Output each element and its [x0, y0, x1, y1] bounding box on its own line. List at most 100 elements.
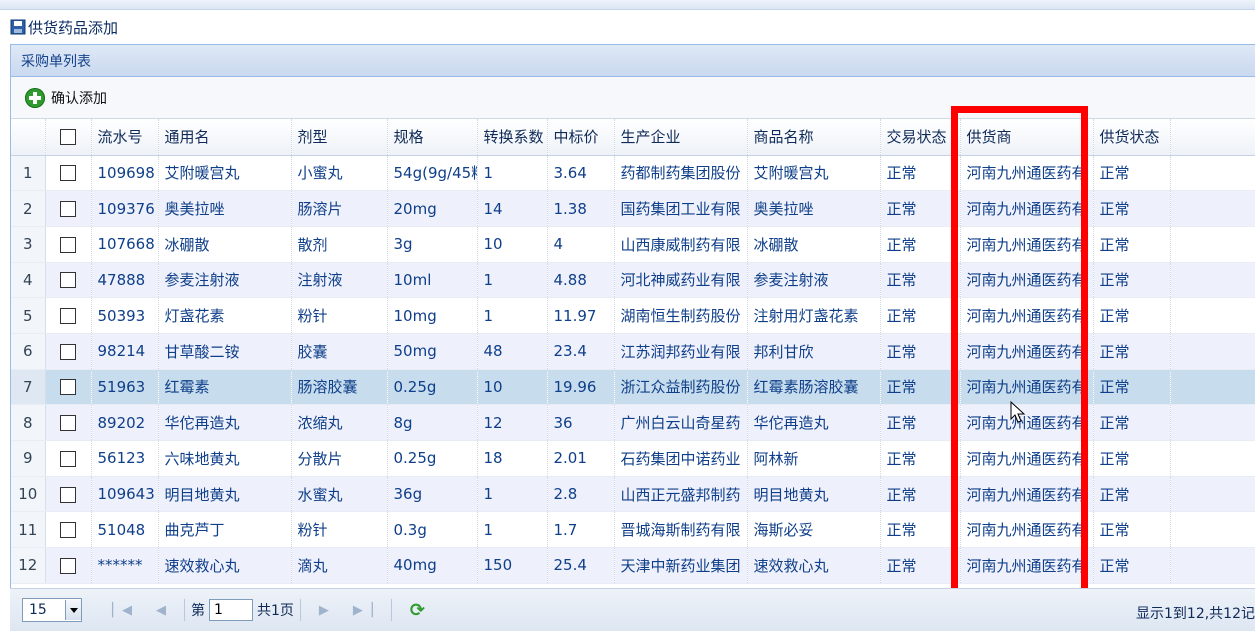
- cell-spec: 40mg: [387, 547, 478, 584]
- cell-supply-status: 正常: [1093, 262, 1171, 299]
- cell-filler: [1170, 404, 1255, 441]
- row-checkbox[interactable]: [45, 476, 92, 513]
- cell-manufacturer: 山西康威制药有限: [614, 226, 748, 263]
- cell-generic-name: 红霉素: [158, 369, 292, 406]
- row-checkbox[interactable]: [45, 547, 92, 584]
- cell-price: 4: [547, 226, 615, 263]
- cell-factor: 12: [477, 404, 548, 441]
- cell-supplier: 河南九州通医药有: [960, 297, 1094, 334]
- cell-factor: 18: [477, 440, 548, 477]
- panel-title: 采购单列表: [11, 45, 1255, 77]
- cell-generic-name: 灯盏花素: [158, 297, 292, 334]
- cell-factor: 150: [477, 547, 548, 584]
- cell-manufacturer: 河北神威药业有限: [614, 262, 748, 299]
- cell-filler: [1170, 476, 1255, 513]
- cell-price: 4.88: [547, 262, 615, 299]
- cell-manufacturer: 国药集团工业有限: [614, 190, 748, 227]
- row-number: 5: [11, 297, 46, 334]
- cell-factor: 1: [477, 297, 548, 334]
- cell-generic-name: 冰硼散: [158, 226, 292, 263]
- purchase-list-panel: 采购单列表 确认添加 流水号 通用名 剂型 规格 转换系数 中标价 生产企业 商…: [10, 44, 1255, 631]
- cell-product-name: 明目地黄丸: [747, 476, 881, 513]
- cell-filler: [1170, 333, 1255, 370]
- cell-trade-status: 正常: [880, 297, 961, 334]
- row-checkbox[interactable]: [45, 369, 92, 406]
- checkbox-icon: [60, 450, 76, 467]
- col-header-product-name[interactable]: 商品名称: [747, 119, 881, 156]
- cell-spec: 0.25g: [387, 369, 478, 406]
- first-page-icon[interactable]: ▏◀: [112, 603, 132, 618]
- next-page-icon[interactable]: ▶: [319, 603, 329, 618]
- cell-product-name: 注射用灯盏花素: [747, 297, 881, 334]
- cell-product-name: 华佗再造丸: [747, 404, 881, 441]
- row-checkbox[interactable]: [45, 333, 92, 370]
- table-row[interactable]: 12 ****** 速效救心丸 滴丸 40mg 150 25.4 天津中新药业集团 速效救心丸正…: [11, 547, 1255, 584]
- cell-manufacturer: 天津中新药业集团: [614, 547, 748, 584]
- table-row[interactable]: 2 109376 奥美拉唑 肠溶片 20mg 14 1.38 国药集团工业有限 奥美拉唑 正常 河南…: [11, 190, 1255, 227]
- col-header-factor[interactable]: 转换系数: [477, 119, 548, 156]
- cell-generic-name: 奥美拉唑: [158, 190, 292, 227]
- row-checkbox[interactable]: [45, 297, 92, 334]
- table-row[interactable]: 3 107668 冰硼散 散剂 3g 10 4 山西康威制药有限 冰硼散 正常 河南九州通医药有 正常: [11, 226, 1255, 263]
- checkbox-icon: [60, 557, 76, 574]
- cell-factor: 14: [477, 190, 548, 227]
- table-row[interactable]: 10 109643 明目地黄丸 水蜜丸 36g 1 2.8 山西正元盛邦制药 明目地黄丸 正常 河南…: [11, 476, 1255, 513]
- table-row[interactable]: 7 51963 红霉素 肠溶胶囊 0.25g 10 19.96 浙江众益制药股份 红霉素肠溶胶囊…: [11, 369, 1255, 406]
- cell-manufacturer: 湖南恒生制药股份: [614, 297, 748, 334]
- col-header-trade-status[interactable]: 交易状态: [880, 119, 961, 156]
- cell-supplier: 河南九州通医药有: [960, 547, 1094, 584]
- refresh-icon[interactable]: ⟳: [410, 600, 425, 621]
- cell-spec: 8g: [387, 404, 478, 441]
- page-number-input[interactable]: [209, 599, 253, 621]
- row-checkbox[interactable]: [45, 155, 92, 192]
- prev-page-icon[interactable]: ◀: [156, 603, 166, 618]
- table-row[interactable]: 6 98214 甘草酸二铵 胶囊 50mg 48 23.4 江苏润邦药业有限 邦利甘欣 正常 河南九…: [11, 333, 1255, 370]
- row-number: 11: [11, 511, 46, 549]
- col-header-price[interactable]: 中标价: [547, 119, 615, 156]
- checkbox-icon: [60, 308, 76, 325]
- cell-product-name: 冰硼散: [747, 226, 881, 263]
- cell-serial: 109698: [91, 155, 159, 192]
- row-checkbox[interactable]: [45, 226, 92, 263]
- row-checkbox[interactable]: [45, 262, 92, 299]
- cell-serial: 109376: [91, 190, 159, 227]
- cell-generic-name: 甘草酸二铵: [158, 333, 292, 370]
- checkbox-icon: [60, 415, 76, 432]
- last-page-icon[interactable]: ▶▕: [353, 603, 373, 618]
- cell-supply-status: 正常: [1093, 333, 1171, 370]
- table-row[interactable]: 9 56123 六味地黄丸 分散片 0.25g 18 2.01 石药集团中诺药业 阿林新 正常 河南…: [11, 440, 1255, 477]
- col-header-dosage-form[interactable]: 剂型: [291, 119, 388, 156]
- checkbox-icon: [60, 201, 76, 218]
- cell-dosage-form: 浓缩丸: [291, 404, 388, 441]
- row-checkbox[interactable]: [45, 190, 92, 227]
- cell-supply-status: 正常: [1093, 404, 1171, 441]
- top-strip: [0, 0, 1255, 10]
- col-header-generic-name[interactable]: 通用名: [158, 119, 292, 156]
- cell-product-name: 奥美拉唑: [747, 190, 881, 227]
- cell-filler: [1170, 262, 1255, 299]
- col-header-serial[interactable]: 流水号: [91, 119, 159, 156]
- cell-serial: 50393: [91, 297, 159, 334]
- row-checkbox[interactable]: [45, 511, 92, 549]
- col-header-supplier[interactable]: 供货商: [960, 119, 1094, 156]
- cell-generic-name: 速效救心丸: [158, 547, 292, 584]
- select-all-checkbox[interactable]: [45, 119, 92, 156]
- page-size-select[interactable]: 15: [22, 598, 82, 622]
- cell-factor: 1: [477, 262, 548, 299]
- col-header-supply-status[interactable]: 供货状态: [1093, 119, 1171, 156]
- cell-price: 2.8: [547, 476, 615, 513]
- toolbar: 确认添加: [11, 77, 1255, 119]
- table-row[interactable]: 5 50393 灯盏花素 粉针 10mg 1 11.97 湖南恒生制药股份 注射用灯盏花素 正常河…: [11, 297, 1255, 334]
- col-header-manufacturer[interactable]: 生产企业: [614, 119, 748, 156]
- col-header-spec[interactable]: 规格: [387, 119, 478, 156]
- cell-trade-status: 正常: [880, 404, 961, 441]
- cell-factor: 10: [477, 226, 548, 263]
- row-checkbox[interactable]: [45, 404, 92, 441]
- table-row[interactable]: 11 51048 曲克芦丁 粉针 0.3g 1 1.7 晋城海斯制药有限 海斯必妥 正常 河南九州通…: [11, 511, 1255, 549]
- row-number: 4: [11, 262, 46, 299]
- row-checkbox[interactable]: [45, 440, 92, 477]
- confirm-add-button[interactable]: 确认添加: [25, 87, 107, 108]
- table-row[interactable]: 1 109698 艾附暖宫丸 小蜜丸 54g(9g/45粒 1 3.64 药都制药集团股份 艾附…: [11, 155, 1255, 192]
- table-row[interactable]: 8 89202 华佗再造丸 浓缩丸 8g 12 36 广州白云山奇星药 华佗再造丸 正常 河南九州通…: [11, 404, 1255, 441]
- table-row[interactable]: 4 47888 参麦注射液 注射液 10ml 1 4.88 河北神威药业有限 参麦注射液 正常 河南…: [11, 262, 1255, 299]
